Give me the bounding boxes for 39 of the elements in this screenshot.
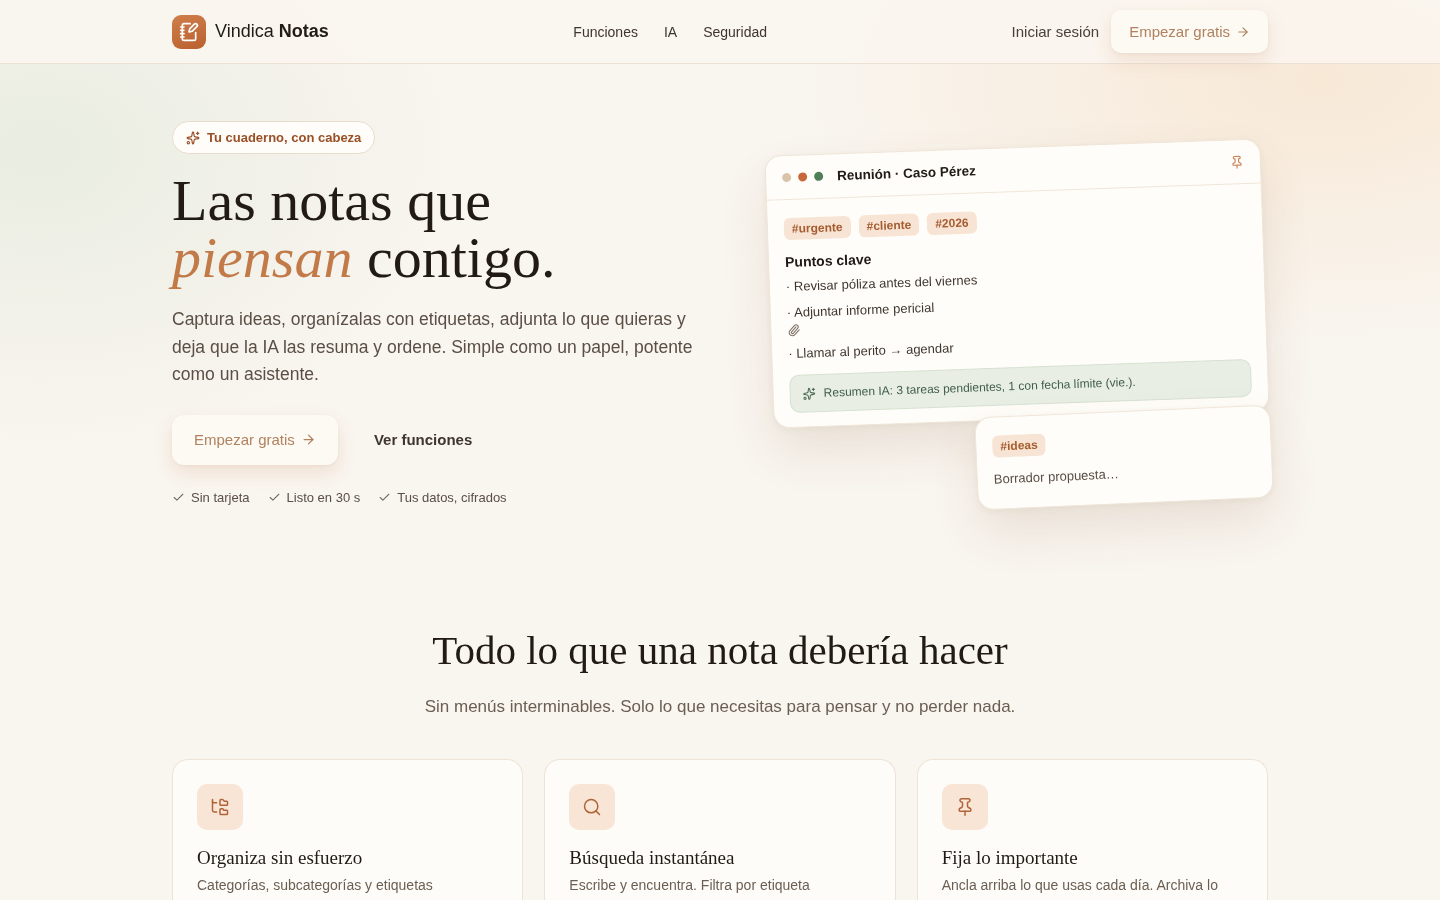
- pin-icon: [941, 783, 988, 830]
- perk-text: Listo en 30 s: [286, 489, 361, 505]
- login-link[interactable]: Iniciar sesión: [1011, 23, 1100, 40]
- nav-link[interactable]: IA: [663, 23, 678, 40]
- arrow-right-icon: [300, 432, 316, 447]
- feature-description: Ancla arriba lo que usas cada día. Archiva lo: [941, 875, 1219, 894]
- tagline-text: Tu cuaderno, con cabeza: [207, 130, 362, 145]
- note-section-title: Puntos clave: [784, 250, 873, 271]
- feature-title: Búsqueda instantánea: [569, 845, 736, 870]
- sparkle-icon: [802, 386, 816, 401]
- search-icon: [569, 783, 616, 830]
- feature-title: Organiza sin esfuerzo: [197, 845, 364, 870]
- note-list-item: · Llamar al perito → agendar: [788, 339, 955, 363]
- feature-title: Fija lo importante: [941, 845, 1079, 870]
- note-list-item: · Adjuntar informe pericial: [786, 298, 936, 323]
- feature-description: Categorías, subcategorías y etiquetas: [197, 875, 434, 894]
- note-title: Reunión · Caso Pérez: [836, 163, 977, 184]
- feature-description: Escribe y encuentra. Filtra por etiqueta: [569, 875, 811, 894]
- folder-tree-icon: [197, 783, 243, 830]
- note-tag[interactable]: #urgente: [783, 215, 851, 241]
- note-tag[interactable]: #cliente: [858, 213, 920, 238]
- section-heading: Todo lo que una nota debería hacer: [432, 626, 1008, 673]
- perk-text: Sin tarjeta: [191, 489, 250, 505]
- notebook-pen-logo-icon: [172, 14, 206, 49]
- get-started-button[interactable]: Empezar gratis: [172, 414, 338, 465]
- brand-name: Vindica Notas: [215, 21, 329, 42]
- sparkle-icon: [186, 130, 200, 145]
- note-tag[interactable]: #2026: [926, 211, 977, 236]
- get-started-button[interactable]: Empezar gratis: [1111, 10, 1268, 53]
- pin-icon[interactable]: [1229, 154, 1245, 169]
- nav-link[interactable]: Funciones: [573, 23, 638, 40]
- view-features-link[interactable]: Ver funciones: [373, 431, 473, 448]
- hero-description: Captura ideas, organízalas con etiquetas, adjunta lo que quieras y deja que la IA las resuma y ordene. Simple como un papel, potente como un asistente.: [172, 308, 694, 386]
- perk-text: Tus datos, cifrados: [397, 489, 507, 505]
- nav-link[interactable]: Seguridad: [703, 23, 767, 40]
- ai-summary-text: Resumen IA: 3 tareas pendientes, 1 con fecha límite (vie.).: [823, 374, 1136, 400]
- note-preview-text: Borrador propuesta…: [993, 465, 1121, 487]
- section-subtitle: Sin menús interminables. Solo lo que necesitas para pensar y no perder nada.: [424, 695, 1016, 718]
- note-tag[interactable]: #ideas: [991, 433, 1047, 458]
